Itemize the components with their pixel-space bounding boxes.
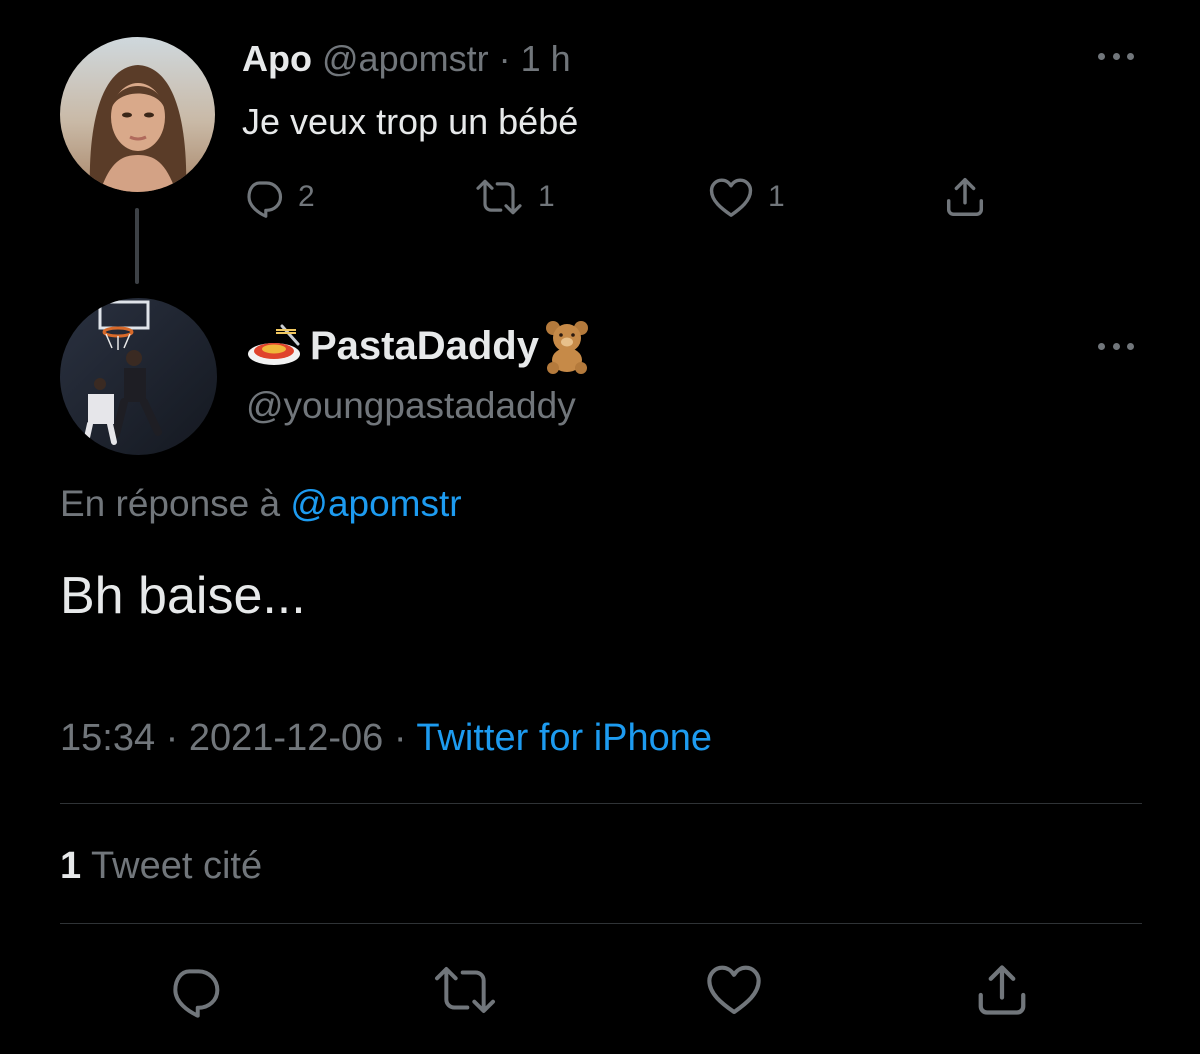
author-display-name: PastaDaddy: [310, 324, 539, 368]
spaghetti-emoji-icon: [248, 324, 300, 365]
more-icon: [1098, 342, 1105, 350]
like-button[interactable]: [705, 962, 763, 1016]
parent-avatar[interactable]: [60, 37, 215, 192]
share-button[interactable]: [972, 960, 1032, 1020]
author-name-row[interactable]: PastaDaddy: [246, 318, 595, 374]
reply-icon: [173, 969, 220, 1018]
parent-like-button[interactable]: 1: [708, 176, 785, 218]
avatar-photo: [60, 37, 215, 192]
tweet-text: Bh baise...: [60, 567, 306, 625]
retweet-icon: [476, 179, 522, 215]
parent-share-button[interactable]: [942, 174, 988, 220]
avatar-photo: [60, 298, 217, 455]
reply-button[interactable]: [166, 962, 222, 1018]
meta-separator: ·: [393, 717, 407, 759]
quote-tweets-stat[interactable]: 1 Tweet cité: [60, 842, 262, 890]
author-handle[interactable]: @youngpastadaddy: [246, 382, 576, 430]
parent-retweet-count: 1: [538, 180, 555, 213]
share-icon: [978, 965, 1026, 1015]
author-avatar[interactable]: [60, 298, 217, 455]
parent-like-count: 1: [768, 180, 785, 213]
quote-tweet-count: 1: [60, 845, 82, 887]
parent-separator: ·: [498, 38, 511, 79]
retweet-button[interactable]: [432, 962, 498, 1018]
thread-connector: [135, 208, 139, 284]
reply-context: En réponse à @apomstr: [60, 480, 462, 528]
parent-more-button[interactable]: [1094, 46, 1138, 66]
parent-handle[interactable]: @apomstr: [322, 38, 489, 79]
parent-reply-button[interactable]: 2: [242, 176, 315, 218]
share-icon: [946, 178, 984, 216]
parent-tweet-header: Apo @apomstr · 1 h: [242, 37, 571, 81]
parent-time-ago[interactable]: 1 h: [521, 38, 571, 79]
divider: [60, 803, 1142, 804]
quote-tweet-label: Tweet cité: [91, 845, 263, 887]
main-more-button[interactable]: [1094, 336, 1138, 356]
reply-to-handle-link[interactable]: @apomstr: [290, 483, 461, 524]
reply-icon: [247, 181, 283, 218]
tweet-metadata: 15:34 · 2021-12-06 · Twitter for iPhone: [60, 714, 712, 762]
reply-context-prefix: En réponse à: [60, 483, 281, 524]
tweet-date[interactable]: 2021-12-06: [189, 717, 383, 759]
tweet-source-link[interactable]: Twitter for iPhone: [416, 717, 712, 759]
parent-tweet-text: Je veux trop un bébé: [242, 101, 579, 142]
meta-separator: ·: [165, 717, 179, 759]
more-icon: [1098, 52, 1105, 60]
tweet-time[interactable]: 15:34: [60, 717, 155, 759]
heart-icon: [709, 178, 753, 217]
parent-display-name[interactable]: Apo: [242, 38, 312, 79]
parent-reply-count: 2: [298, 180, 315, 213]
divider: [60, 923, 1142, 924]
heart-icon: [707, 965, 761, 1015]
teddy-bear-emoji-icon: [545, 321, 588, 374]
parent-retweet-button[interactable]: 1: [474, 176, 555, 218]
retweet-icon: [435, 967, 495, 1013]
